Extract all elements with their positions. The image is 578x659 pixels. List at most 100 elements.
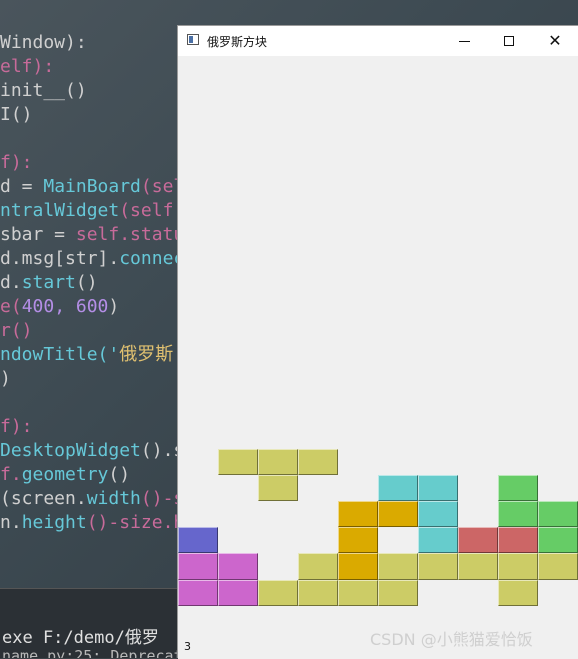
code-line: ndowTitle('俄罗斯 [0,343,173,367]
code-token: sbar = [0,224,76,245]
code-token: start [21,272,76,293]
tetromino-block [538,553,578,580]
code-line: sbar = self.statu [0,223,184,247]
code-line: I() [0,103,33,127]
tetromino-block [538,501,578,528]
code-line: f): [0,151,33,175]
code-token: 俄罗斯 [119,344,174,365]
tetromino-block [378,553,418,580]
tetromino-block [258,448,298,475]
code-line: d.msg[str].connec [0,247,184,271]
code-token: n. [0,512,22,533]
tetromino-block [218,579,258,606]
code-line: ) [0,367,11,391]
code-token: f): [0,152,33,173]
window-title: 俄罗斯方块 [207,35,268,49]
code-token: ) [108,296,120,317]
code-line: DesktopWidget().s [0,439,184,463]
maximize-icon [504,36,514,46]
code-token: MainBoard [43,176,141,197]
code-token: d.msg[str]. [0,248,120,269]
tetromino-block [178,527,218,554]
tetromino-block [418,553,458,580]
status-message: 3 [184,640,191,653]
code-token: Window): [0,32,87,53]
code-token: d = [0,176,44,197]
code-token: self.statu [75,224,185,245]
code-token: init__() [0,80,87,101]
code-token: (screen. [0,488,87,509]
tetromino-block [338,579,378,606]
tetromino-block [178,553,218,580]
code-token: I() [0,104,33,125]
minimize-button[interactable] [441,26,487,56]
tetris-window[interactable]: 俄罗斯方块 ✕ 3 [177,25,578,659]
tetromino-block [418,474,458,502]
tetromino-block [498,553,538,580]
code-token: width [86,488,141,509]
tetromino-block [458,553,498,580]
tetromino-block [338,553,378,580]
tetromino-block [498,474,538,502]
tetromino-block [298,553,338,580]
tetromino-block [298,579,338,606]
tetromino-block [338,501,378,528]
tetromino-block [258,579,298,606]
tetromino-block [298,448,338,475]
code-token: e( [0,296,22,317]
code-token: ()-size.h [86,512,185,533]
code-line: f): [0,415,33,439]
code-line: Window): [0,31,87,55]
code-token: height [21,512,87,533]
tetromino-block [418,501,458,528]
tetromino-block [178,579,218,606]
tetromino-block [218,448,258,475]
tetromino-block [218,553,258,580]
code-line: f.geometry() [0,463,130,487]
close-button[interactable]: ✕ [532,26,578,56]
code-token: () [108,464,131,485]
tetromino-block [378,474,418,502]
game-board[interactable] [178,56,578,632]
close-icon: ✕ [548,31,562,50]
code-token: connec [119,248,185,269]
code-token: f. [0,464,22,485]
tetromino-block [498,527,538,554]
code-token: ntralWidget [0,200,120,221]
code-token: (self. [119,200,185,221]
window-titlebar[interactable]: 俄罗斯方块 ✕ [178,26,578,56]
code-token: DesktopWidget [0,440,141,461]
tetromino-block [258,474,298,502]
tetromino-block [498,501,538,528]
code-token: ndowTitle(' [0,344,120,365]
tetromino-block [378,579,418,606]
code-line: init__() [0,79,87,103]
tetromino-block [498,579,538,606]
tetromino-block [378,501,418,528]
terminal-command: exe F:/demo/俄罗 [2,628,159,648]
code-token: r() [0,320,33,341]
code-line: e(400, 600) [0,295,119,319]
code-token: elf): [0,56,55,77]
watermark: CSDN @小熊猫爱恰饭 [370,630,533,649]
code-token: 400, 600 [21,296,109,317]
tetromino-block [458,527,498,554]
code-line: r() [0,319,33,343]
code-line: elf): [0,55,54,79]
code-token: ) [0,368,11,389]
code-token: f): [0,416,33,437]
code-token: geometry [21,464,109,485]
code-token: d. [0,272,22,293]
maximize-button[interactable] [486,26,532,56]
tetromino-block [418,527,458,554]
code-line: (screen.width()-s [0,487,184,511]
tetromino-block [538,527,578,554]
tetromino-block [338,527,378,554]
code-line: d.start() [0,271,98,295]
code-line: d = MainBoard(sel [0,175,184,199]
code-line: n.height()-size.h [0,511,184,535]
code-token: () [75,272,98,293]
app-icon [187,34,199,45]
code-line: ntralWidget(self. [0,199,184,223]
minimize-icon [458,40,470,42]
